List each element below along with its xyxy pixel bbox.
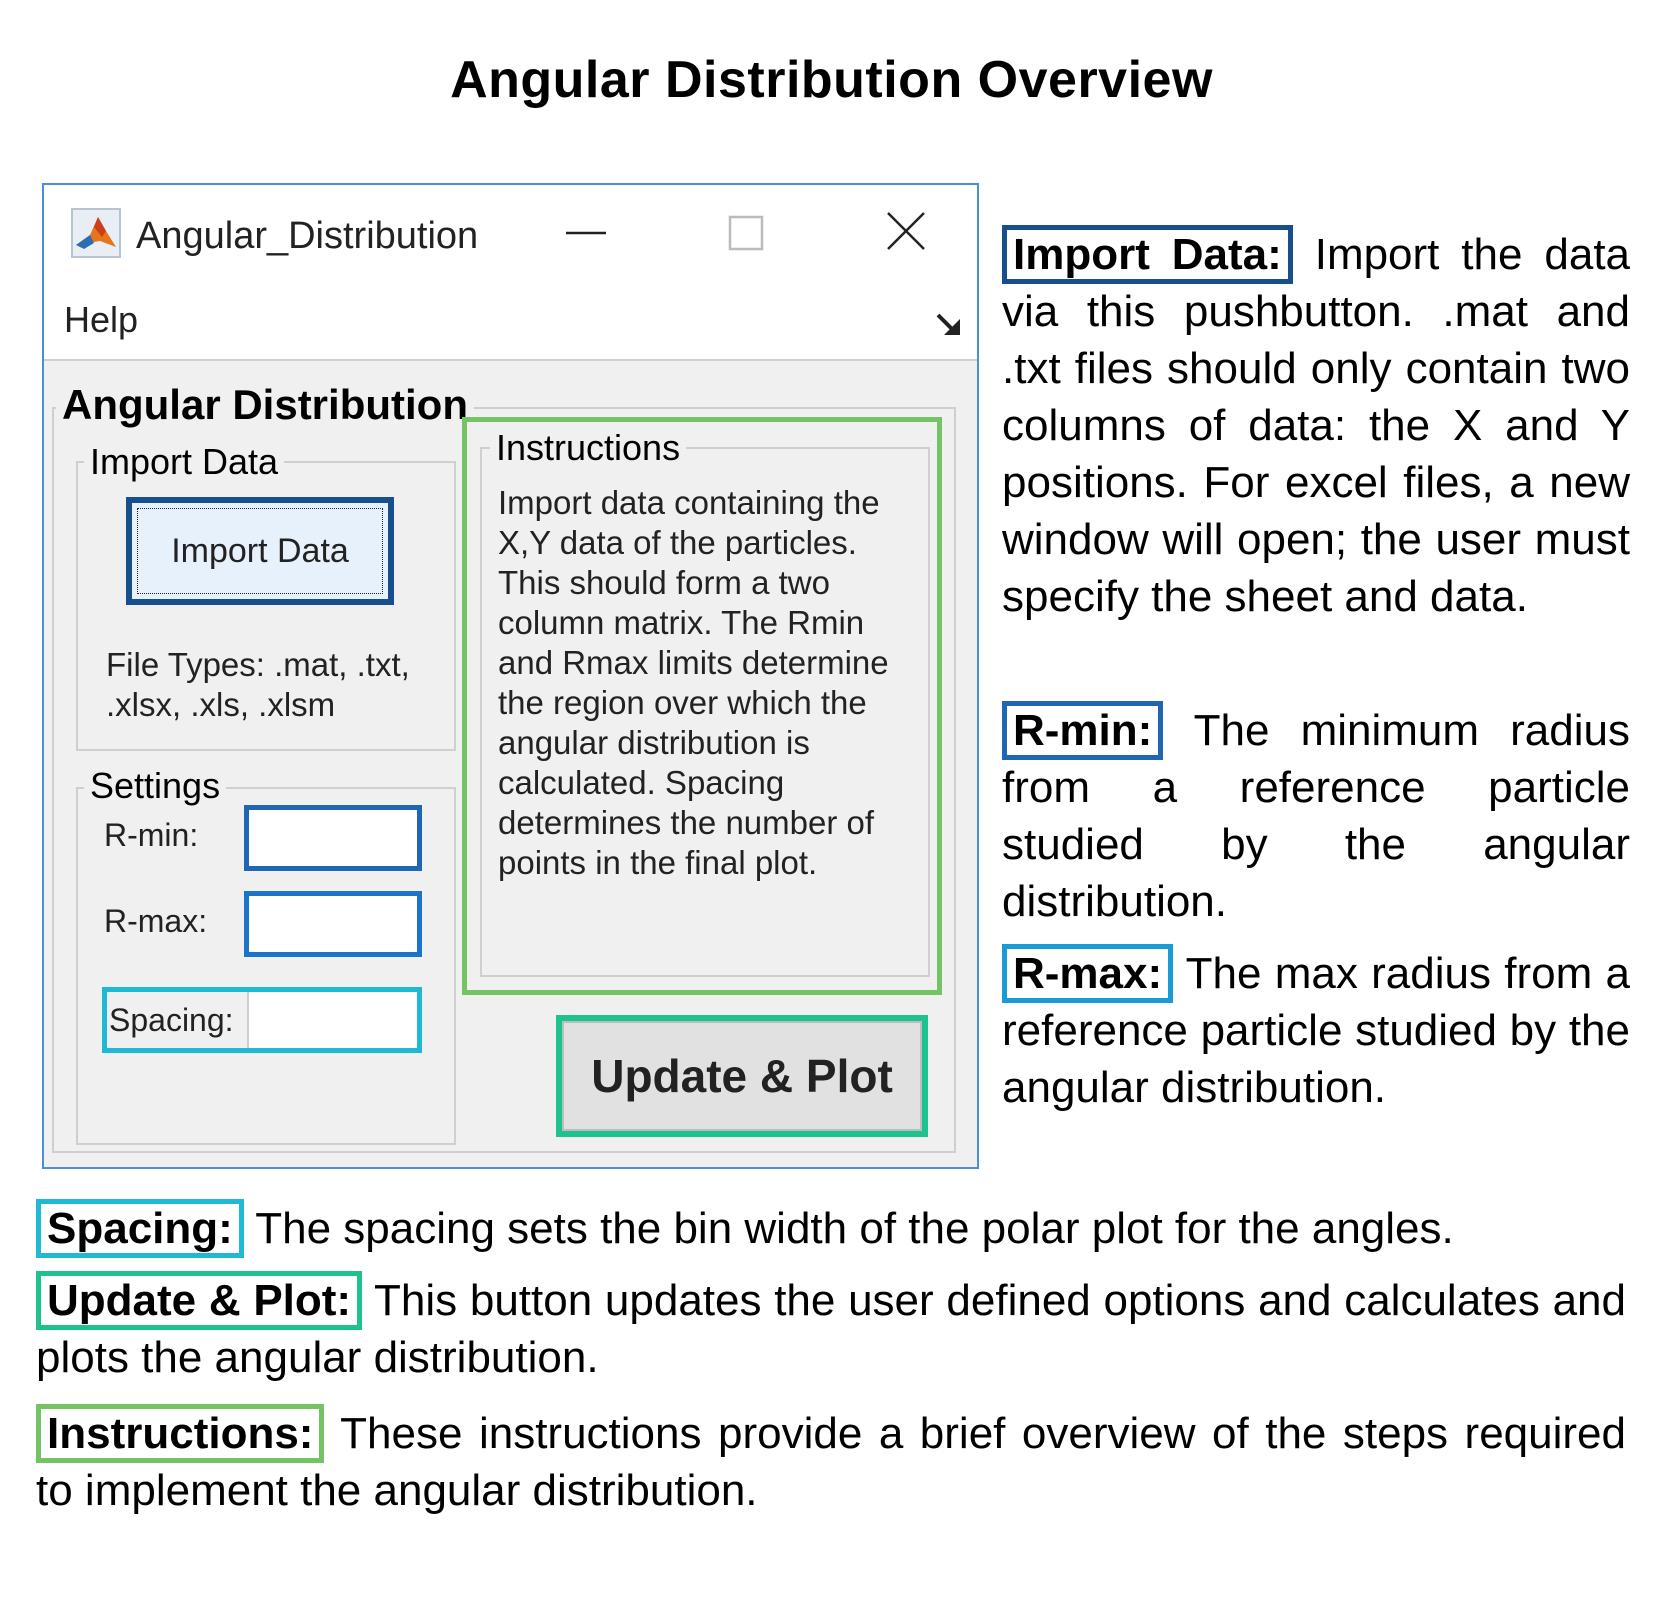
page-title: Angular Distribution Overview <box>450 51 1213 109</box>
spacing-input[interactable] <box>247 992 417 1048</box>
import-data-button[interactable]: Import Data <box>126 497 394 605</box>
menu-item-help[interactable]: Help <box>64 299 138 341</box>
import-data-text: Import the data via this pushbutton. .ma… <box>1002 230 1631 621</box>
instructions-tag: Instructions: <box>36 1404 325 1463</box>
spacing-tag: Spacing: <box>36 1199 244 1258</box>
settings-panel-title: Settings <box>84 765 227 807</box>
window-titlebar: Angular_Distribution <box>44 185 977 285</box>
maximize-icon[interactable] <box>720 209 772 257</box>
close-icon[interactable] <box>880 205 932 257</box>
window-title: Angular_Distribution <box>136 215 479 257</box>
instructions-description: Instructions: These instructions provide… <box>36 1404 1626 1519</box>
rmax-tag: R-max: <box>1002 944 1174 1003</box>
import-data-tag: Import Data: <box>1002 225 1293 284</box>
spacing-label: Spacing: <box>109 1002 234 1038</box>
rmin-input[interactable] <box>244 805 422 871</box>
rmin-description: R-min: The minimum radius from a referen… <box>1002 701 1630 930</box>
spacing-description: Spacing: The spacing sets the bin width … <box>36 1199 1636 1258</box>
spacing-text: The spacing sets the bin width of the po… <box>243 1204 1454 1253</box>
app-window: Angular_Distribution Help Angular Distri… <box>42 183 979 1169</box>
spacing-field-group: Spacing: <box>102 987 422 1053</box>
instructions-title: Instructions <box>490 427 687 469</box>
update-plot-tag: Update & Plot: <box>36 1271 363 1330</box>
file-types-label: File Types: .mat, .txt, .xlsx, .xls, .xl… <box>106 646 410 723</box>
dock-arrow-icon[interactable] <box>934 309 966 341</box>
instructions-text: Import data containing the X,Y data of t… <box>498 484 889 881</box>
update-plot-description: Update & Plot: This button updates the u… <box>36 1271 1626 1386</box>
rmin-tag: R-min: <box>1002 701 1164 760</box>
update-plot-button[interactable]: Update & Plot <box>556 1015 928 1137</box>
menu-bar: Help <box>44 285 977 361</box>
rmax-label: R-max: <box>104 903 208 939</box>
rmax-description: R-max: The max radius from a reference p… <box>1002 944 1630 1116</box>
minimize-icon[interactable] <box>560 213 612 253</box>
matlab-icon <box>71 208 121 258</box>
main-panel-title: Angular Distribution <box>56 381 474 429</box>
rmax-input[interactable] <box>244 891 422 957</box>
import-data-description: Import Data: Import the data via this pu… <box>1002 225 1631 625</box>
rmin-label: R-min: <box>104 817 199 853</box>
import-panel-title: Import Data <box>84 441 285 483</box>
